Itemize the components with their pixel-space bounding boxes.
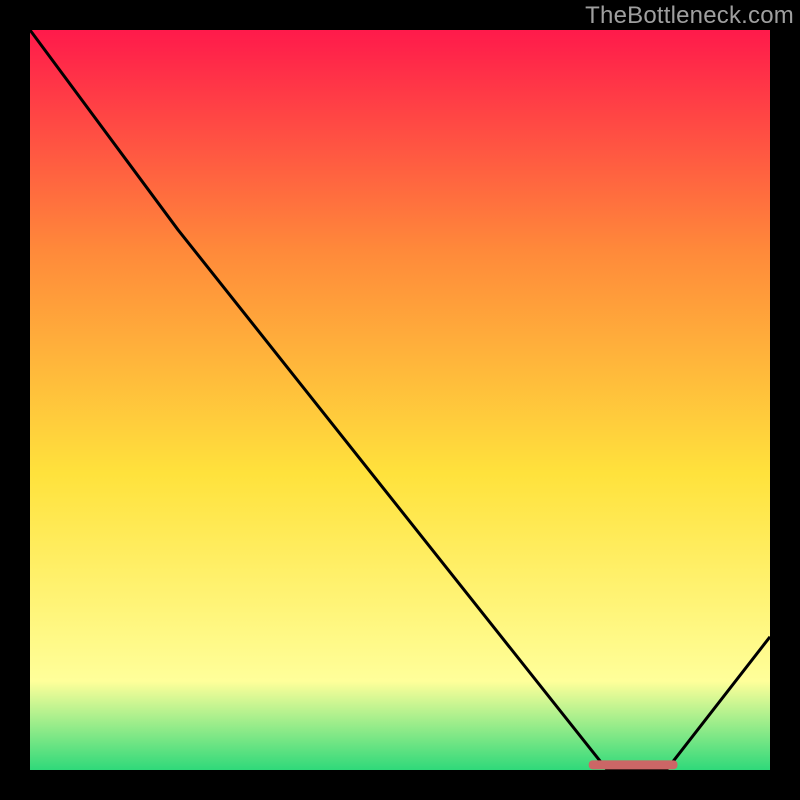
watermark-text: TheBottleneck.com bbox=[585, 2, 794, 30]
frame-left bbox=[0, 0, 30, 800]
frame-right bbox=[770, 0, 800, 800]
chart-container: TheBottleneck.com bbox=[0, 0, 800, 800]
frame-bottom bbox=[0, 770, 800, 800]
chart-svg bbox=[0, 0, 800, 800]
bottom-marker-segment bbox=[589, 760, 678, 769]
plot-background bbox=[30, 30, 770, 770]
